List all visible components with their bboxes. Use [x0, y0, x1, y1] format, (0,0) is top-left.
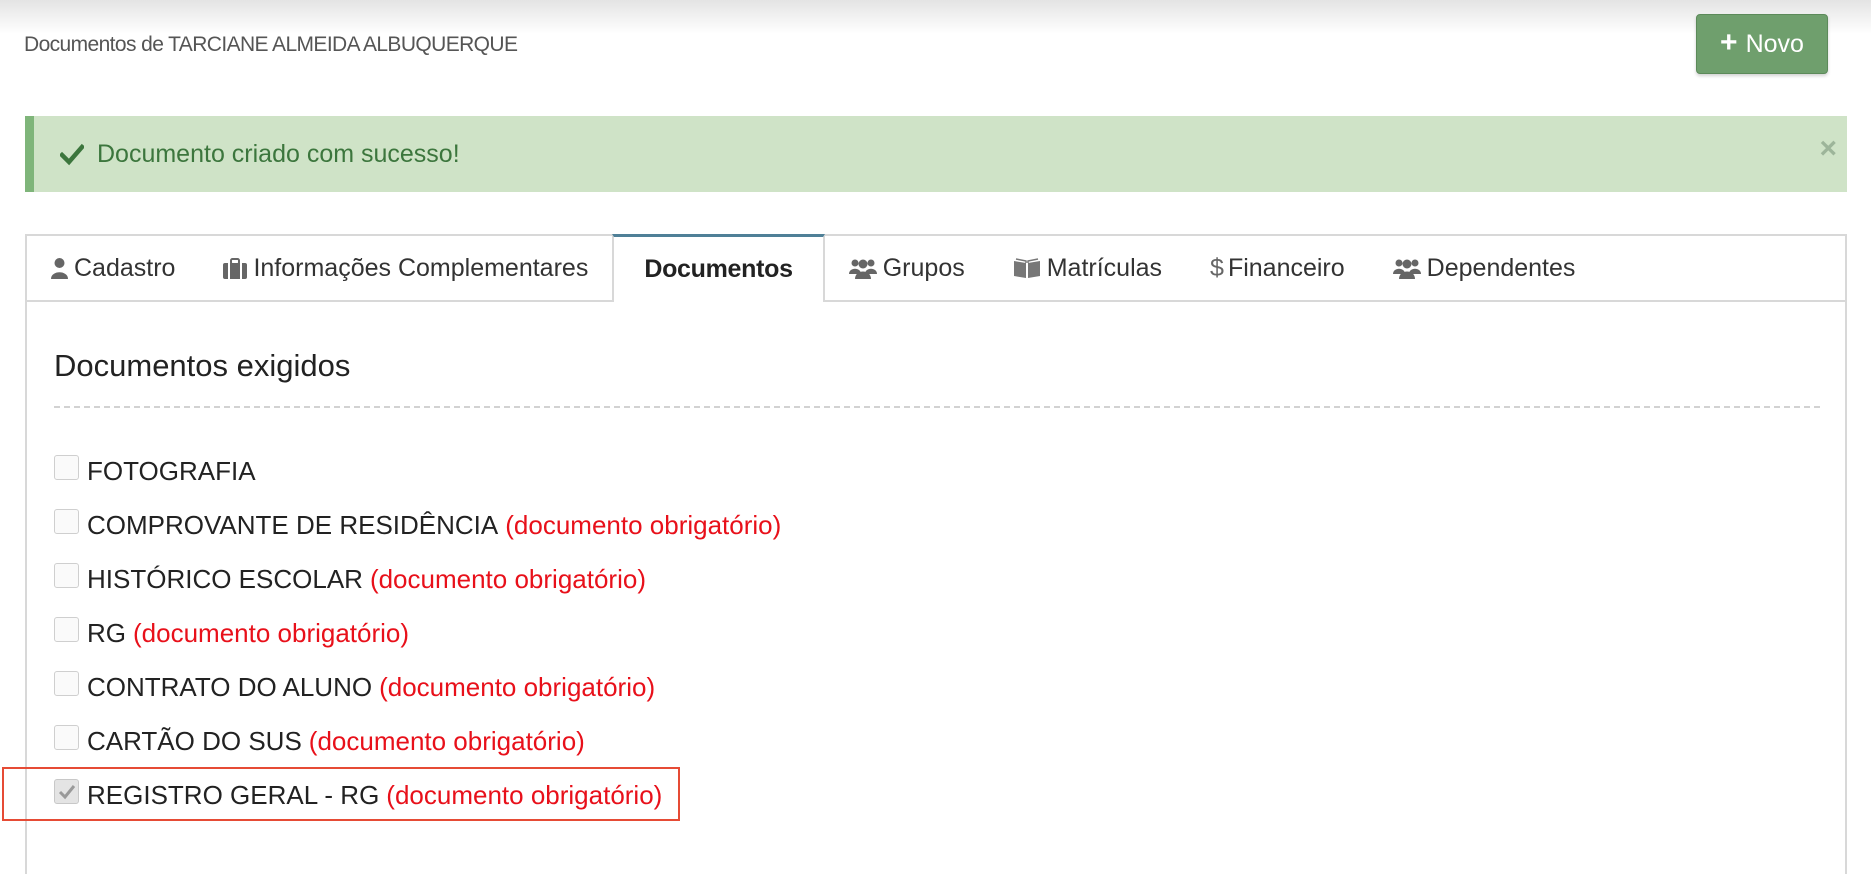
page-title: Documentos de TARCIANE ALMEIDA ALBUQUERQ… [24, 33, 518, 56]
document-item-registro-geral: REGISTRO GERAL - RG (documento obrigatór… [54, 779, 663, 811]
document-name: FOTOGRAFIA [87, 456, 256, 486]
tab-informacoes-complementares[interactable]: Informações Complementares [199, 236, 612, 300]
tab-label: Grupos [882, 253, 965, 282]
document-name: RG [87, 618, 126, 648]
document-checkbox[interactable] [54, 671, 79, 696]
alert-message: Documento criado com sucesso! [97, 139, 460, 168]
tab-bar: Cadastro Informações Complementares Docu… [27, 234, 1845, 302]
document-item-cartao-sus: CARTÃO DO SUS (documento obrigatório) [54, 725, 585, 757]
document-name: REGISTRO GERAL - RG [87, 780, 380, 810]
tab-documentos[interactable]: Documentos [612, 234, 825, 302]
document-checkbox[interactable] [54, 563, 79, 588]
users-icon [1392, 259, 1421, 279]
tab-label: Dependentes [1426, 253, 1576, 282]
document-checkbox-checked[interactable] [54, 779, 79, 804]
user-icon [51, 258, 68, 279]
new-document-button[interactable]: + Novo [1696, 14, 1828, 74]
book-icon [1013, 257, 1040, 278]
tab-matriculas[interactable]: Matrículas [989, 236, 1186, 300]
document-name: CONTRATO DO ALUNO [87, 672, 373, 702]
document-item-fotografia: FOTOGRAFIA [54, 455, 256, 487]
top-shadow [0, 0, 1871, 34]
document-item-historico-escolar: HISTÓRICO ESCOLAR (documento obrigatório… [54, 563, 646, 595]
document-checkbox[interactable] [54, 509, 79, 534]
tab-dependentes[interactable]: Dependentes [1369, 236, 1600, 300]
document-panel: Cadastro Informações Complementares Docu… [25, 234, 1847, 874]
required-label: (documento obrigatório) [386, 780, 663, 810]
check-icon [58, 784, 75, 799]
users-icon [848, 259, 877, 279]
section-title: Documentos exigidos [54, 348, 351, 383]
document-checkbox[interactable] [54, 455, 79, 480]
tab-label: Documentos [644, 255, 793, 283]
tab-label: Cadastro [74, 253, 176, 282]
tab-label: Financeiro [1227, 253, 1345, 282]
required-label: (documento obrigatório) [505, 510, 782, 540]
new-button-label: Novo [1745, 29, 1804, 58]
briefcase-icon [223, 257, 248, 279]
document-item-comprovante-residencia: COMPROVANTE DE RESIDÊNCIA (documento obr… [54, 509, 782, 541]
tab-financeiro[interactable]: $ Financeiro [1186, 236, 1369, 300]
document-checkbox[interactable] [54, 617, 79, 642]
tab-cadastro[interactable]: Cadastro [27, 236, 199, 300]
required-label: (documento obrigatório) [379, 672, 656, 702]
alert-close-button[interactable]: × [1819, 134, 1837, 164]
dollar-icon: $ [1210, 253, 1224, 282]
document-checkbox[interactable] [54, 725, 79, 750]
plus-icon: + [1720, 25, 1738, 59]
tab-grupos[interactable]: Grupos [825, 236, 989, 300]
required-label: (documento obrigatório) [308, 726, 585, 756]
document-name: COMPROVANTE DE RESIDÊNCIA [87, 510, 499, 540]
success-alert: Documento criado com sucesso! × [25, 116, 1847, 192]
check-icon [60, 143, 84, 166]
section-divider [54, 406, 1820, 408]
required-label: (documento obrigatório) [369, 564, 646, 594]
document-name: HISTÓRICO ESCOLAR [87, 564, 363, 594]
tab-label: Matrículas [1046, 253, 1163, 282]
required-label: (documento obrigatório) [133, 618, 410, 648]
document-name: CARTÃO DO SUS [87, 726, 302, 756]
document-item-rg: RG (documento obrigatório) [54, 617, 410, 649]
document-item-contrato-aluno: CONTRATO DO ALUNO (documento obrigatório… [54, 671, 656, 703]
tab-label: Informações Complementares [253, 253, 589, 282]
